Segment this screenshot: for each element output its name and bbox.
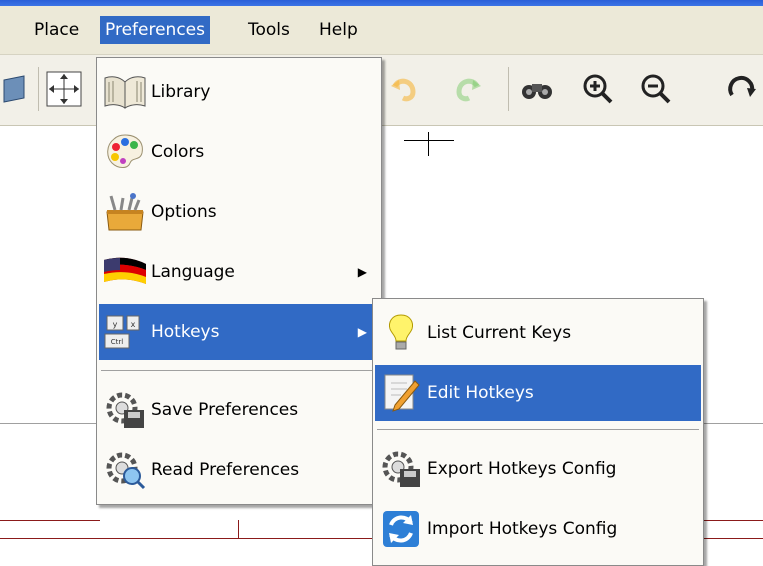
hotkeys-submenu: List Current Keys Edit Hotkeys Export Ho… [372, 298, 704, 566]
colors-icon [99, 130, 151, 174]
menu-item-language[interactable]: Language ▶ [99, 244, 379, 300]
menu-item-list-current-keys[interactable]: List Current Keys [375, 305, 701, 361]
menu-bar: Place Preferences Tools Help [0, 6, 763, 55]
cursor-crosshair-vertical [428, 132, 429, 156]
schematic-wire [100, 538, 375, 539]
menu-divider [101, 370, 377, 371]
menu-item-save-preferences[interactable]: Save Preferences [99, 382, 379, 438]
menu-item-read-preferences[interactable]: Read Preferences [99, 442, 379, 498]
schematic-line [700, 423, 763, 424]
menu-help[interactable]: Help [314, 16, 363, 44]
svg-text:Ctrl: Ctrl [111, 338, 124, 346]
language-icon [99, 250, 151, 294]
save-preferences-icon [99, 388, 151, 432]
redraw-icon[interactable] [722, 69, 762, 109]
submenu-arrow-icon: ▶ [357, 325, 367, 339]
export-icon [375, 447, 427, 491]
menu-item-library[interactable]: Library [99, 64, 379, 120]
cursor-crosshair [404, 140, 454, 141]
menu-item-options[interactable]: Options [99, 184, 379, 240]
schematic-wire [238, 520, 239, 538]
hotkeys-icon: y x Ctrl [99, 310, 151, 354]
svg-text:x: x [131, 320, 136, 329]
preferences-menu: Library Colors Options Language ▶ y x Ct… [96, 57, 382, 505]
options-icon [99, 190, 151, 234]
schematic-line [0, 423, 100, 424]
page-icon[interactable] [0, 69, 30, 109]
menu-divider [377, 429, 699, 430]
edit-icon [375, 371, 427, 415]
menu-preferences[interactable]: Preferences [100, 16, 210, 44]
find-icon[interactable] [517, 69, 557, 109]
submenu-arrow-icon: ▶ [357, 265, 367, 279]
zoom-out-icon[interactable] [636, 69, 676, 109]
menu-place[interactable]: Place [29, 16, 84, 44]
library-icon [99, 70, 151, 114]
schematic-wire [0, 538, 100, 539]
redo-icon[interactable] [448, 69, 488, 109]
import-icon [375, 507, 427, 551]
lightbulb-icon [375, 311, 427, 355]
menu-item-import-hotkeys-config[interactable]: Import Hotkeys Config [375, 501, 701, 557]
menu-item-edit-hotkeys[interactable]: Edit Hotkeys [375, 365, 701, 421]
menu-item-hotkeys[interactable]: y x Ctrl Hotkeys ▶ [99, 304, 379, 360]
schematic-wire [700, 520, 763, 521]
svg-text:y: y [113, 320, 118, 329]
read-preferences-icon [99, 448, 151, 492]
undo-icon[interactable] [384, 69, 424, 109]
menu-tools[interactable]: Tools [243, 16, 295, 44]
schematic-wire [700, 538, 763, 539]
zoom-in-icon[interactable] [578, 69, 618, 109]
page-size-icon[interactable] [44, 69, 84, 109]
menu-item-export-hotkeys-config[interactable]: Export Hotkeys Config [375, 441, 701, 497]
schematic-wire [0, 520, 100, 521]
menu-item-colors[interactable]: Colors [99, 124, 379, 180]
